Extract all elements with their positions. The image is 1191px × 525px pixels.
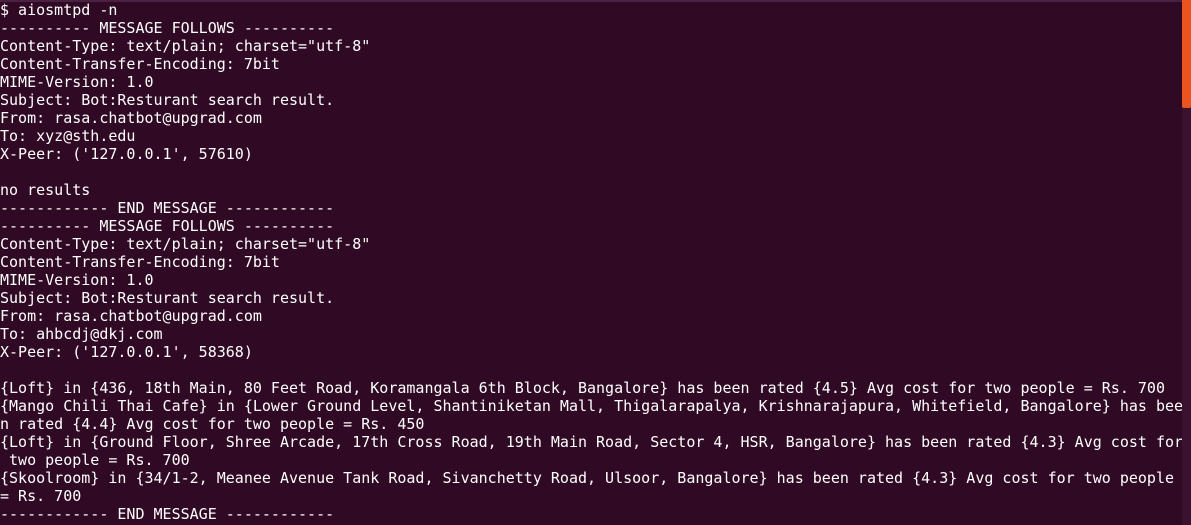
terminal-line: {Skoolroom} in {34/1-2, Meanee Avenue Ta… — [0, 469, 1174, 487]
terminal-line-command: $ aiosmtpd -n — [0, 1, 118, 19]
terminal-line: Content-Type: text/plain; charset="utf-8… — [0, 235, 371, 253]
terminal-line: MIME-Version: 1.0 — [0, 73, 154, 91]
terminal-line: = Rs. 700 — [0, 487, 82, 505]
terminal-line: {Loft} in {436, 18th Main, 80 Feet Road,… — [0, 379, 1165, 397]
terminal-line: Content-Transfer-Encoding: 7bit — [0, 253, 280, 271]
terminal-window[interactable]: $ aiosmtpd -n ---------- MESSAGE FOLLOWS… — [0, 0, 1191, 525]
terminal-line: two people = Rs. 700 — [0, 451, 190, 469]
terminal-line: ------------ END MESSAGE ------------ — [0, 199, 335, 217]
terminal-line: no results — [0, 181, 91, 199]
terminal-line: Content-Transfer-Encoding: 7bit — [0, 55, 280, 73]
terminal-line: Content-Type: text/plain; charset="utf-8… — [0, 37, 371, 55]
terminal-line: ---------- MESSAGE FOLLOWS ---------- — [0, 19, 335, 37]
terminal-line: MIME-Version: 1.0 — [0, 271, 154, 289]
terminal-line: ------------ END MESSAGE ------------ — [0, 505, 335, 523]
terminal-line: {Mango Chili Thai Cafe} in {Lower Ground… — [0, 397, 1182, 415]
terminal-line: From: rasa.chatbot@upgrad.com — [0, 307, 262, 325]
terminal-line: From: rasa.chatbot@upgrad.com — [0, 109, 262, 127]
terminal-line: ---------- MESSAGE FOLLOWS ---------- — [0, 217, 335, 235]
vertical-scrollbar[interactable] — [1182, 0, 1191, 525]
terminal-line: X-Peer: ('127.0.0.1', 58368) — [0, 343, 253, 361]
terminal-line: To: xyz@sth.edu — [0, 127, 136, 145]
terminal-line: Subject: Bot:Resturant search result. — [0, 91, 335, 109]
terminal-line: X-Peer: ('127.0.0.1', 57610) — [0, 145, 253, 163]
scrollbar-thumb[interactable] — [1182, 0, 1191, 108]
terminal-line: To: ahbcdj@dkj.com — [0, 325, 163, 343]
terminal-line: n rated {4.4} Avg cost for two people = … — [0, 415, 425, 433]
terminal-line: {Loft} in {Ground Floor, Shree Arcade, 1… — [0, 433, 1182, 451]
terminal-line: Subject: Bot:Resturant search result. — [0, 289, 335, 307]
terminal-output[interactable]: $ aiosmtpd -n ---------- MESSAGE FOLLOWS… — [0, 1, 1182, 525]
